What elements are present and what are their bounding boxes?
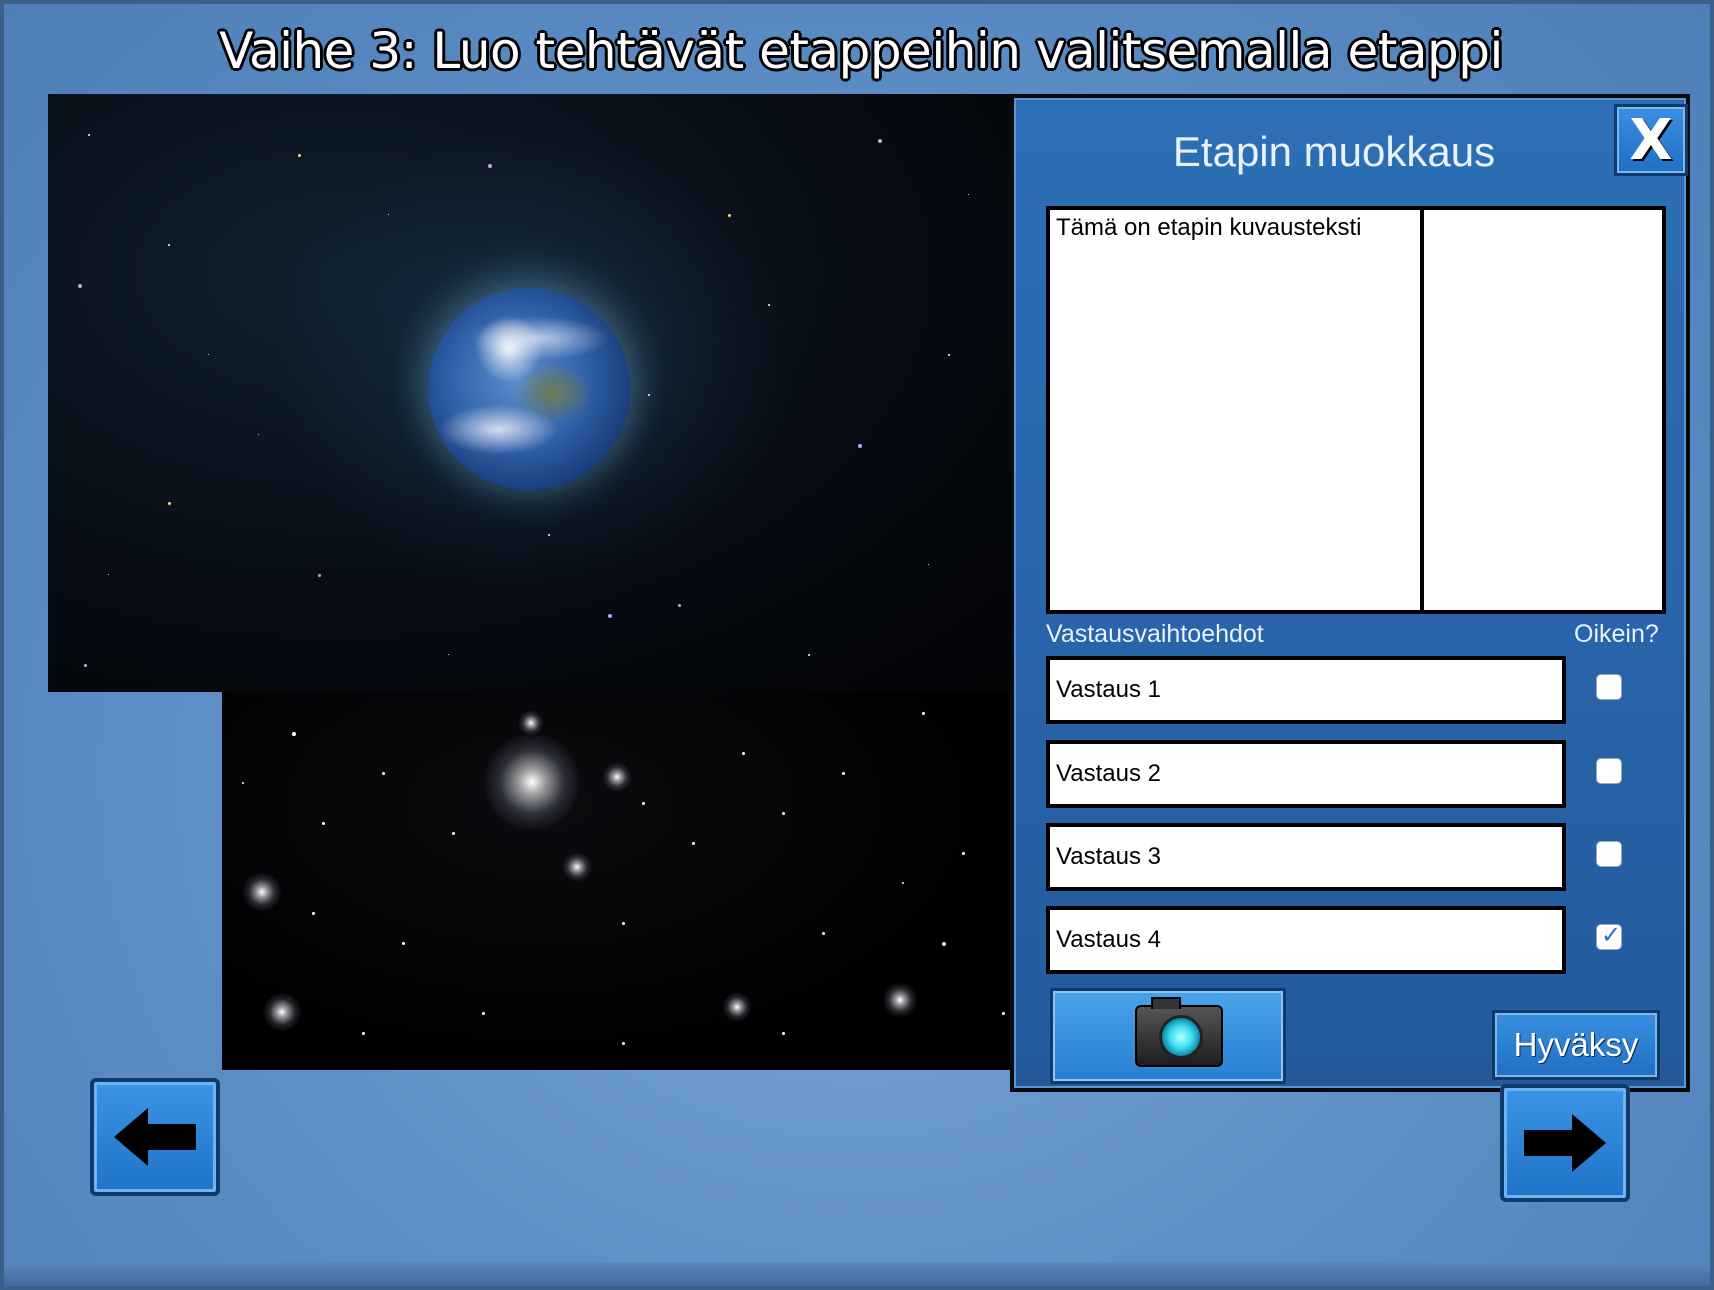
editor-title: Etapin muokkaus (1172, 128, 1496, 175)
correct-checkbox-1[interactable] (1596, 674, 1622, 700)
earth-image (428, 288, 630, 490)
stage-image-preview[interactable] (1420, 206, 1666, 614)
description-input[interactable] (1046, 206, 1424, 614)
close-icon: X (1629, 107, 1673, 173)
correct-checkbox-3[interactable] (1596, 841, 1622, 867)
route-image-earth[interactable] (48, 94, 1018, 692)
next-button[interactable] (1500, 1084, 1630, 1202)
page-title: Vaihe 3: Luo tehtävät etappeihin valitse… (219, 22, 1503, 80)
answers-label: Vastausvaihtoehdot (1046, 620, 1264, 648)
arrow-left-icon (114, 1108, 196, 1166)
approve-button[interactable]: Hyväksy (1492, 1010, 1660, 1080)
previous-button[interactable] (90, 1078, 220, 1196)
stage-editor-panel: Etapin muokkaus X Vastausvaihtoehdot Oik… (1010, 94, 1690, 1092)
camera-icon (1135, 997, 1223, 1067)
answer-input-3[interactable] (1046, 823, 1566, 891)
answer-input-1[interactable] (1046, 656, 1566, 724)
route-image-stars[interactable] (222, 692, 1018, 1070)
camera-button[interactable] (1050, 988, 1286, 1084)
correct-checkbox-2[interactable] (1596, 758, 1622, 784)
answer-input-4[interactable] (1046, 906, 1566, 974)
app-window: Vaihe 3: Luo tehtävät etappeihin valitse… (0, 0, 1714, 1290)
correct-checkbox-4[interactable] (1596, 921, 1622, 950)
close-button[interactable]: X (1614, 104, 1688, 176)
correct-label: Oikein? (1574, 620, 1659, 648)
answer-input-2[interactable] (1046, 740, 1566, 808)
arrow-right-icon (1524, 1114, 1606, 1172)
